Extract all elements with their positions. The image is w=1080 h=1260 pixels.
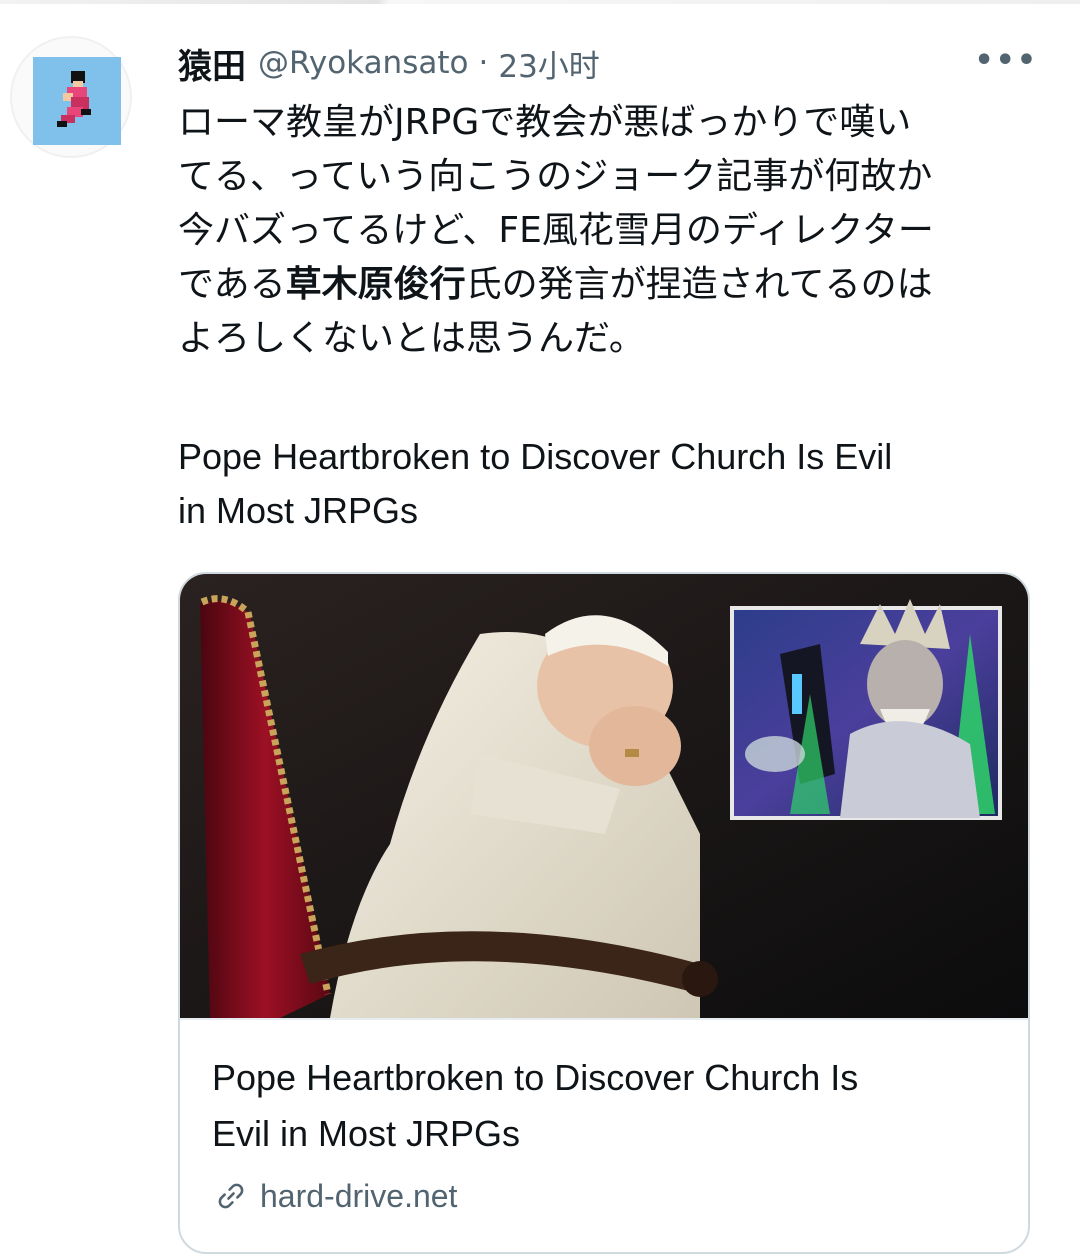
tweet-text-line: である草木原俊行氏の発言が捏造されてるのは [178,258,1038,312]
text-segment: 氏の発言が捏造されてるのは [465,264,933,305]
headline-line: Pope Heartbroken to Discover Church Is E… [178,436,893,477]
tweet-meta: @Ryokansato · 23小时 [258,41,600,86]
avatar[interactable] [33,57,121,145]
timestamp[interactable]: 23小时 [498,41,599,86]
pixel-character-icon [33,57,121,145]
card-title-line: Pope Heartbroken to Discover Church Is [212,1057,859,1098]
headline-line: in Most JRPGs [178,490,419,531]
bold-name: 草木原俊行 [285,264,466,305]
tweet-text-line: よろしくないとは思うんだ。 [178,312,1038,366]
card-title[interactable]: Pope Heartbroken to Discover Church Is E… [212,1050,1002,1162]
text-segment: てる、っていう向こうのジョーク記事が何故か [178,156,933,197]
tweet-text: ローマ教皇がJRPGで教会が悪ばっかりで嘆い てる、っていう向こうのジョーク記事… [178,96,1038,366]
card-domain[interactable]: hard-drive.net [214,1174,457,1218]
card-divider [180,1018,1028,1020]
text-segment: 今バズってるけど、FE風花雪月のディレクター [178,210,934,251]
text-segment: である [178,264,286,305]
tweet-text-line: ローマ教皇がJRPGで教会が悪ばっかりで嘆い [178,96,1038,150]
card-domain-text: hard-drive.net [260,1177,458,1214]
meta-separator: · [478,45,489,81]
more-options-icon[interactable]: ••• [974,46,1038,76]
text-segment: よろしくないとは思うんだ。 [178,318,645,359]
tweet-headline: Pope Heartbroken to Discover Church Is E… [178,430,1018,538]
author-handle[interactable]: @Ryokansato [258,45,468,81]
link-preview-card[interactable]: Pope Heartbroken to Discover Church Is E… [178,572,1030,1254]
author-name[interactable]: 猿田 [178,39,246,88]
link-icon [218,1183,244,1209]
pope-photo-image [180,574,1028,1018]
top-divider [0,0,1080,4]
tweet-header: 猿田 @Ryokansato · 23小时 ••• [178,39,1038,88]
tweet[interactable]: 猿田 @Ryokansato · 23小时 ••• ローマ教皇がJRPGで教会が… [0,0,1080,1260]
tweet-text-line: てる、っていう向こうのジョーク記事が何故か [178,150,1038,204]
tweet-text-line: 今バズってるけど、FE風花雪月のディレクター [178,204,1038,258]
text-segment: ローマ教皇がJRPGで教会が悪ばっかりで嘆い [178,102,912,143]
card-title-line: Evil in Most JRPGs [212,1113,521,1154]
card-image[interactable] [180,574,1028,1018]
